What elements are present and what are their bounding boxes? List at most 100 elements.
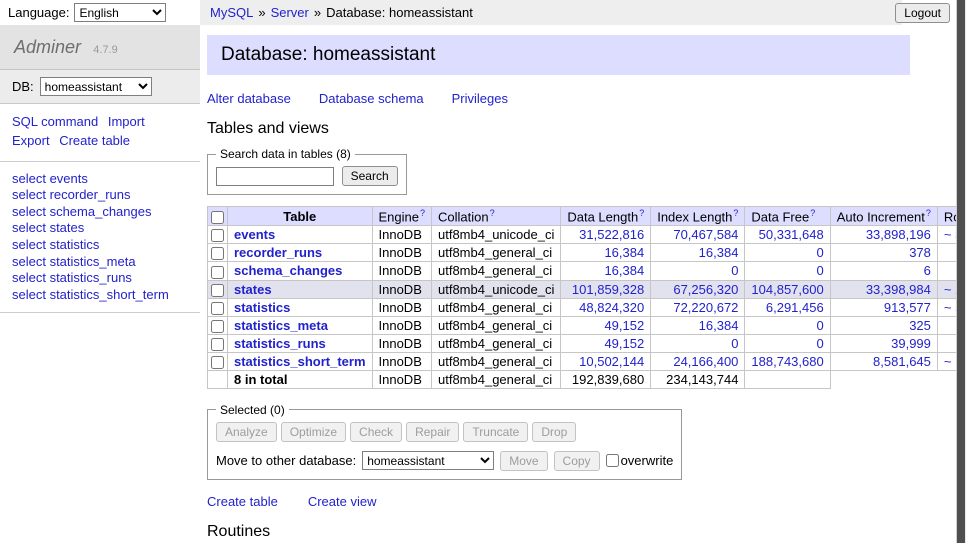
data-free-cell-link[interactable]: 0: [816, 263, 823, 278]
auto-increment-cell-link[interactable]: 325: [909, 318, 931, 333]
table-link-recorder-runs[interactable]: recorder_runs: [234, 245, 322, 260]
column-help-link[interactable]: ?: [733, 208, 738, 218]
row-checkbox[interactable]: [211, 284, 224, 297]
logout-button[interactable]: Logout: [895, 3, 950, 23]
auto-increment-cell-link[interactable]: 913,577: [884, 300, 931, 315]
repair-button[interactable]: Repair: [406, 422, 459, 442]
row-checkbox[interactable]: [211, 356, 224, 369]
create-view-link[interactable]: Create view: [308, 494, 377, 509]
index-length-cell-link[interactable]: 16,384: [699, 318, 739, 333]
row-checkbox[interactable]: [211, 266, 224, 279]
auto-increment-cell-link[interactable]: 8,581,645: [873, 354, 931, 369]
data-length-cell-link[interactable]: 31,522,816: [579, 227, 644, 242]
column-help-link[interactable]: ?: [490, 208, 495, 218]
table-link-statistics-runs[interactable]: statistics_runs: [234, 336, 326, 351]
privileges-link[interactable]: Privileges: [452, 91, 508, 106]
column-header-index-length: Index Length?: [651, 207, 745, 226]
sidebar-item-select-events[interactable]: select events: [12, 171, 188, 187]
table-link-states[interactable]: states: [234, 282, 272, 297]
table-link-statistics[interactable]: statistics: [234, 300, 290, 315]
engine-cell: InnoDB: [372, 244, 432, 262]
truncate-button[interactable]: Truncate: [463, 422, 528, 442]
data-length-cell-link[interactable]: 101,859,328: [572, 282, 644, 297]
sidebar-item-select-statistics-meta[interactable]: select statistics_meta: [12, 254, 188, 270]
sidebar-action-export[interactable]: Export: [12, 133, 50, 148]
overwrite-checkbox[interactable]: [606, 454, 619, 467]
auto-increment-cell-link[interactable]: 378: [909, 245, 931, 260]
data-free-cell-link[interactable]: 0: [816, 318, 823, 333]
sidebar-action-sql-command[interactable]: SQL command: [12, 114, 98, 129]
row-select-cell: [208, 334, 228, 352]
scrollbar[interactable]: [956, 0, 966, 543]
index-length-cell-link[interactable]: 67,256,320: [673, 282, 738, 297]
sidebar-item-select-statistics-runs[interactable]: select statistics_runs: [12, 270, 188, 286]
breadcrumb-link-server[interactable]: Server: [271, 5, 309, 20]
alter-database-link[interactable]: Alter database: [207, 91, 291, 106]
sidebar-item-select-recorder-runs[interactable]: select recorder_runs: [12, 187, 188, 203]
data-free-cell-link[interactable]: 50,331,648: [759, 227, 824, 242]
optimize-button[interactable]: Optimize: [281, 422, 346, 442]
db-select[interactable]: homeassistant: [40, 77, 152, 96]
move-button[interactable]: Move: [500, 451, 547, 471]
breadcrumb-link-mysql[interactable]: MySQL: [210, 5, 253, 20]
data-length-cell-link[interactable]: 49,152: [604, 318, 644, 333]
scrollbar-thumb[interactable]: [957, 0, 965, 543]
sidebar-item-select-states[interactable]: select states: [12, 220, 188, 236]
data-free-cell-link[interactable]: 104,857,600: [751, 282, 823, 297]
sidebar-item-select-schema-changes[interactable]: select schema_changes: [12, 204, 188, 220]
index-length-cell-link[interactable]: 72,220,672: [673, 300, 738, 315]
select-all-checkbox[interactable]: [211, 211, 224, 224]
database-schema-link[interactable]: Database schema: [319, 91, 424, 106]
sidebar-item-select-statistics[interactable]: select statistics: [12, 237, 188, 253]
index-length-cell-link[interactable]: 24,166,400: [673, 354, 738, 369]
copy-button[interactable]: Copy: [554, 451, 600, 471]
auto-increment-cell-link[interactable]: 33,898,196: [866, 227, 931, 242]
index-length-cell: 16,384: [651, 316, 745, 334]
auto-increment-cell-link[interactable]: 33,398,984: [866, 282, 931, 297]
row-checkbox[interactable]: [211, 320, 224, 333]
data-length-cell-link[interactable]: 10,502,144: [579, 354, 644, 369]
search-input[interactable]: [216, 167, 334, 186]
data-length-cell-link[interactable]: 49,152: [604, 336, 644, 351]
row-checkbox[interactable]: [211, 302, 224, 315]
breadcrumb-separator: »: [258, 5, 265, 20]
data-free-cell: 104,857,600: [745, 280, 830, 298]
create-table-link[interactable]: Create table: [207, 494, 278, 509]
data-free-cell-link[interactable]: 0: [816, 336, 823, 351]
index-length-cell-link[interactable]: 16,384: [699, 245, 739, 260]
sidebar-action-import[interactable]: Import: [108, 114, 145, 129]
selected-buttons: AnalyzeOptimizeCheckRepairTruncateDrop: [216, 422, 673, 442]
index-length-cell: 0: [651, 334, 745, 352]
index-length-cell-link[interactable]: 0: [731, 263, 738, 278]
index-length-cell-link[interactable]: 0: [731, 336, 738, 351]
analyze-button[interactable]: Analyze: [216, 422, 277, 442]
column-help-link[interactable]: ?: [926, 208, 931, 218]
data-length-cell: 16,384: [561, 244, 651, 262]
language-select[interactable]: English: [74, 3, 166, 22]
drop-button[interactable]: Drop: [532, 422, 576, 442]
table-link-statistics-short-term[interactable]: statistics_short_term: [234, 354, 366, 369]
table-link-events[interactable]: events: [234, 227, 275, 242]
sidebar-item-select-statistics-short-term[interactable]: select statistics_short_term: [12, 287, 188, 303]
search-button[interactable]: Search: [342, 166, 398, 186]
data-free-cell-link[interactable]: 188,743,680: [751, 354, 823, 369]
data-length-cell-link[interactable]: 16,384: [604, 245, 644, 260]
auto-increment-cell-link[interactable]: 39,999: [891, 336, 931, 351]
check-button[interactable]: Check: [350, 422, 402, 442]
index-length-cell-link[interactable]: 70,467,584: [673, 227, 738, 242]
table-link-statistics-meta[interactable]: statistics_meta: [234, 318, 328, 333]
sidebar-action-create-table[interactable]: Create table: [59, 133, 130, 148]
table-link-schema-changes[interactable]: schema_changes: [234, 263, 342, 278]
column-help-link[interactable]: ?: [420, 208, 425, 218]
data-free-cell-link[interactable]: 6,291,456: [766, 300, 824, 315]
data-length-cell-link[interactable]: 48,824,320: [579, 300, 644, 315]
row-checkbox[interactable]: [211, 247, 224, 260]
row-checkbox[interactable]: [211, 338, 224, 351]
column-help-link[interactable]: ?: [639, 208, 644, 218]
data-free-cell-link[interactable]: 0: [816, 245, 823, 260]
auto-increment-cell-link[interactable]: 6: [924, 263, 931, 278]
move-db-select[interactable]: homeassistant: [362, 451, 494, 470]
data-length-cell-link[interactable]: 16,384: [604, 263, 644, 278]
row-checkbox[interactable]: [211, 229, 224, 242]
column-help-link[interactable]: ?: [810, 208, 815, 218]
